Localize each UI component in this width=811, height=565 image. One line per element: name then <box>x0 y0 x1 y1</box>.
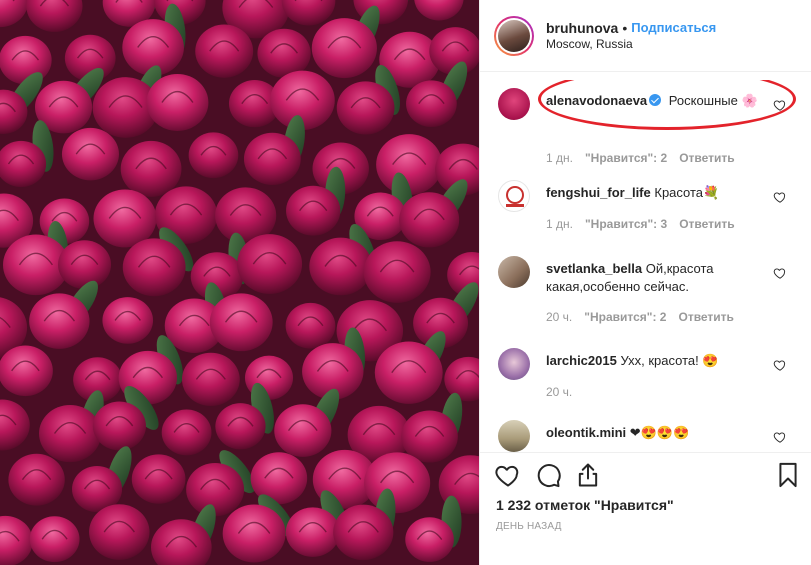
post-timestamp: ДЕНЬ НАЗАД <box>496 521 562 532</box>
comment-age: 1 дн. <box>546 217 573 231</box>
reply-button[interactable]: Ответить <box>679 217 734 231</box>
commenter-avatar[interactable] <box>498 420 530 452</box>
commenter-username[interactable]: fengshui_for_life <box>546 185 651 200</box>
follow-button[interactable]: Подписаться <box>631 20 716 36</box>
commenter-username[interactable]: larchic2015 <box>546 353 617 368</box>
peonies-image <box>0 0 479 565</box>
reply-button[interactable]: Ответить <box>679 151 734 165</box>
comment-icon[interactable] <box>534 461 562 489</box>
comments-list[interactable]: alenavodonaeva Роскошные 🌸 1 дн. "Нравит… <box>480 80 811 452</box>
comment-likes[interactable]: "Нравится": 2 <box>584 310 666 324</box>
comment-likes[interactable]: "Нравится": 3 <box>585 217 667 231</box>
commenter-username[interactable]: svetlanka_bella <box>546 261 642 276</box>
commenter-avatar[interactable] <box>498 88 530 120</box>
likes-count[interactable]: 1 232 отметок "Нравится" <box>496 497 674 513</box>
commenter-avatar[interactable] <box>498 348 530 380</box>
highlight-annotation <box>538 80 796 130</box>
commenter-avatar[interactable] <box>498 180 530 212</box>
separator-dot: • <box>622 19 628 36</box>
like-comment-heart-icon[interactable] <box>773 430 787 444</box>
comment-age: 1 дн. <box>546 151 573 165</box>
comment-meta: 20 ч. <box>546 385 572 399</box>
comment-text: ❤😍😍😍 <box>629 425 690 440</box>
reply-button[interactable]: Ответить <box>678 310 733 324</box>
comment-meta: 1 дн. "Нравится": 2 Ответить <box>546 151 735 165</box>
post-side-panel: bruhunova • Подписаться Moscow, Russia a… <box>479 0 811 565</box>
post-location[interactable]: Moscow, Russia <box>546 36 716 52</box>
heart-icon[interactable] <box>494 461 522 489</box>
comment-meta: 1 дн. "Нравится": 3 Ответить <box>546 217 735 231</box>
share-icon[interactable] <box>574 461 602 489</box>
commenter-username[interactable]: oleontik.mini <box>546 425 626 440</box>
post-header: bruhunova • Подписаться Moscow, Russia <box>480 0 811 72</box>
like-comment-heart-icon[interactable] <box>773 190 787 204</box>
comment-meta: 20 ч. "Нравится": 2 Ответить <box>546 310 734 324</box>
comment-age: 20 ч. <box>546 310 573 324</box>
comment-text: Ухх, красота! 😍 <box>620 353 719 368</box>
post-actions: 1 232 отметок "Нравится" ДЕНЬ НАЗАД <box>480 452 811 565</box>
comment-text: Красота💐 <box>654 185 720 200</box>
commenter-avatar[interactable] <box>498 256 530 288</box>
comment-age: 20 ч. <box>546 385 573 399</box>
bookmark-icon[interactable] <box>774 461 802 489</box>
post-photo[interactable] <box>0 0 479 565</box>
comment-likes[interactable]: "Нравится": 2 <box>585 151 667 165</box>
author-username[interactable]: bruhunova <box>546 20 618 36</box>
like-comment-heart-icon[interactable] <box>773 358 787 372</box>
like-comment-heart-icon[interactable] <box>773 266 787 280</box>
author-avatar[interactable] <box>494 15 534 56</box>
